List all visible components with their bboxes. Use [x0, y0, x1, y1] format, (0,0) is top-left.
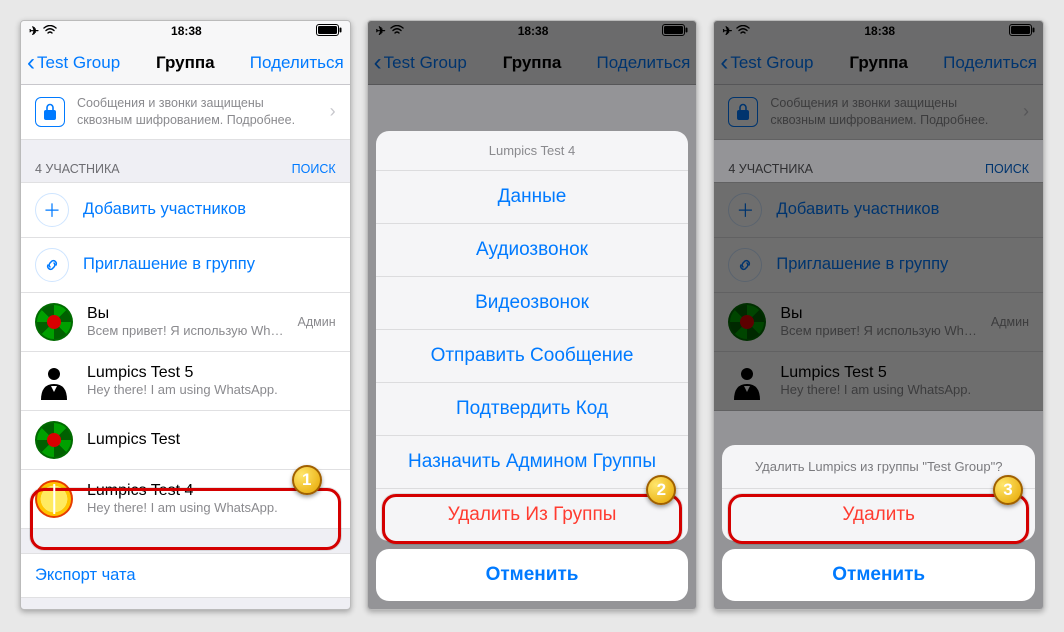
phone-screenshot-3: ✈ 18:38 ‹ Test Group Группа Поделиться С… [713, 20, 1044, 610]
action-sheet: Lumpics Test 4 Данные Аудиозвонок Видеоз… [376, 131, 689, 541]
nav-back-label: Test Group [37, 53, 120, 73]
phone-screenshot-1: ✈ 18:38 ‹ Test Group Группа Поделиться С… [20, 20, 351, 610]
airplane-icon: ✈ [29, 24, 39, 38]
member-status: Hey there! I am using WhatsApp. [87, 382, 336, 397]
admin-badge: Админ [298, 315, 336, 329]
avatar [35, 303, 73, 341]
sheet-item-make-admin[interactable]: Назначить Админом Группы [376, 436, 689, 489]
member-name: Lumpics Test 5 [87, 364, 336, 382]
status-time: 18:38 [171, 24, 202, 38]
wifi-icon [43, 24, 57, 38]
lock-icon [35, 97, 65, 127]
member-status: Всем привет! Я использую Wh… [87, 323, 284, 338]
chevron-left-icon: ‹ [27, 49, 35, 77]
action-sheet-backdrop[interactable]: Удалить Lumpics из группы "Test Group"? … [714, 21, 1043, 609]
avatar [35, 480, 73, 518]
link-icon [35, 248, 69, 282]
export-chat-label: Экспорт чата [35, 566, 136, 584]
sheet-cancel-button[interactable]: Отменить [376, 549, 689, 601]
confirm-sheet: Удалить Lumpics из группы "Test Group"? … [722, 445, 1035, 541]
plus-icon: ＋ [35, 193, 69, 227]
sheet-item-audio-call[interactable]: Аудиозвонок [376, 224, 689, 277]
member-status: Hey there! I am using WhatsApp. [87, 500, 336, 515]
nav-bar: ‹ Test Group Группа Поделиться [21, 41, 350, 85]
encryption-text: Сообщения и звонки защищены сквозным шиф… [77, 95, 318, 129]
sheet-item-send-message[interactable]: Отправить Сообщение [376, 330, 689, 383]
battery-icon [316, 24, 342, 39]
chevron-right-icon: › [330, 101, 336, 122]
sheet-item-verify-code[interactable]: Подтвердить Код [376, 383, 689, 436]
step-badge-3: 3 [993, 475, 1023, 505]
participants-search-link[interactable]: ПОИСК [292, 162, 336, 176]
participants-header: 4 УЧАСТНИКА ПОИСК [21, 140, 350, 182]
nav-back-button[interactable]: ‹ Test Group [27, 49, 120, 77]
confirm-delete-button[interactable]: Удалить [722, 489, 1035, 541]
nav-share-button[interactable]: Поделиться [250, 53, 344, 73]
sheet-cancel-button[interactable]: Отменить [722, 549, 1035, 601]
invite-link-row[interactable]: Приглашение в группу [21, 238, 350, 293]
phone-screenshot-2: ✈ 18:38 ‹ Test Group Группа Поделиться L… [367, 20, 698, 610]
sheet-item-remove-from-group[interactable]: Удалить Из Группы [376, 489, 689, 541]
confirm-sheet-title: Удалить Lumpics из группы "Test Group"? [722, 445, 1035, 489]
sheet-item-video-call[interactable]: Видеозвонок [376, 277, 689, 330]
member-name: Lumpics Test [87, 431, 336, 449]
member-row[interactable]: Lumpics Test [21, 411, 350, 470]
sheet-title: Lumpics Test 4 [376, 131, 689, 171]
participants-count: 4 УЧАСТНИКА [35, 162, 120, 176]
member-row[interactable]: Lumpics Test 5 Hey there! I am using Wha… [21, 352, 350, 411]
add-participants-row[interactable]: ＋ Добавить участников [21, 183, 350, 238]
step-badge-1: 1 [292, 465, 322, 495]
invite-link-label: Приглашение в группу [83, 255, 255, 274]
status-bar: ✈ 18:38 [21, 21, 350, 41]
content-area: Сообщения и звонки защищены сквозным шиф… [21, 85, 350, 609]
member-name: Вы [87, 305, 284, 323]
add-participants-label: Добавить участников [83, 200, 246, 219]
member-row-you[interactable]: Вы Всем привет! Я использую Wh… Админ [21, 293, 350, 352]
sheet-item-data[interactable]: Данные [376, 171, 689, 224]
avatar [35, 421, 73, 459]
action-sheet-backdrop[interactable]: Lumpics Test 4 Данные Аудиозвонок Видеоз… [368, 21, 697, 609]
encryption-row[interactable]: Сообщения и звонки защищены сквозным шиф… [21, 85, 350, 140]
avatar [35, 362, 73, 400]
export-chat-row[interactable]: Экспорт чата [21, 553, 350, 598]
